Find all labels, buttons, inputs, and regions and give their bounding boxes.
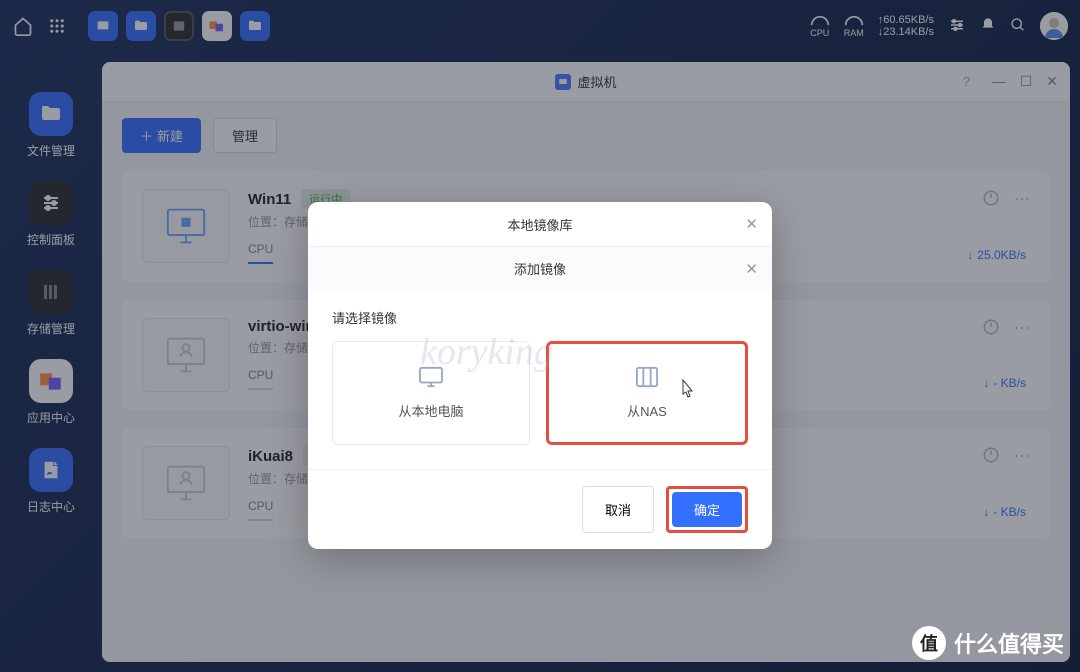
modal-overlay: 本地镜像库 ✕ 添加镜像 ✕ 请选择镜像 从本地电脑 从NAS 取消 确定 xyxy=(0,0,1080,672)
modal-header-1: 本地镜像库 ✕ xyxy=(308,202,772,246)
close-icon[interactable]: ✕ xyxy=(745,260,758,278)
brand-badge: 值 xyxy=(912,626,946,660)
cancel-button[interactable]: 取消 xyxy=(582,486,654,533)
option-label: 从NAS xyxy=(627,401,667,420)
option-from-local[interactable]: 从本地电脑 xyxy=(332,341,530,445)
computer-icon xyxy=(418,366,444,391)
brand-watermark: 值 什么值得买 xyxy=(912,626,1064,660)
modal-header-2: 添加镜像 ✕ xyxy=(308,246,772,290)
option-from-nas[interactable]: 从NAS xyxy=(546,341,748,445)
add-image-modal: 本地镜像库 ✕ 添加镜像 ✕ 请选择镜像 从本地电脑 从NAS 取消 确定 xyxy=(308,202,772,549)
modal-label: 请选择镜像 xyxy=(332,308,748,327)
modal-subtitle: 添加镜像 xyxy=(514,259,566,278)
brand-text: 什么值得买 xyxy=(954,627,1064,659)
ok-button[interactable]: 确定 xyxy=(672,492,742,527)
option-label: 从本地电脑 xyxy=(398,401,463,420)
close-icon[interactable]: ✕ xyxy=(745,215,758,233)
nas-icon xyxy=(635,366,659,391)
modal-title: 本地镜像库 xyxy=(507,215,572,234)
